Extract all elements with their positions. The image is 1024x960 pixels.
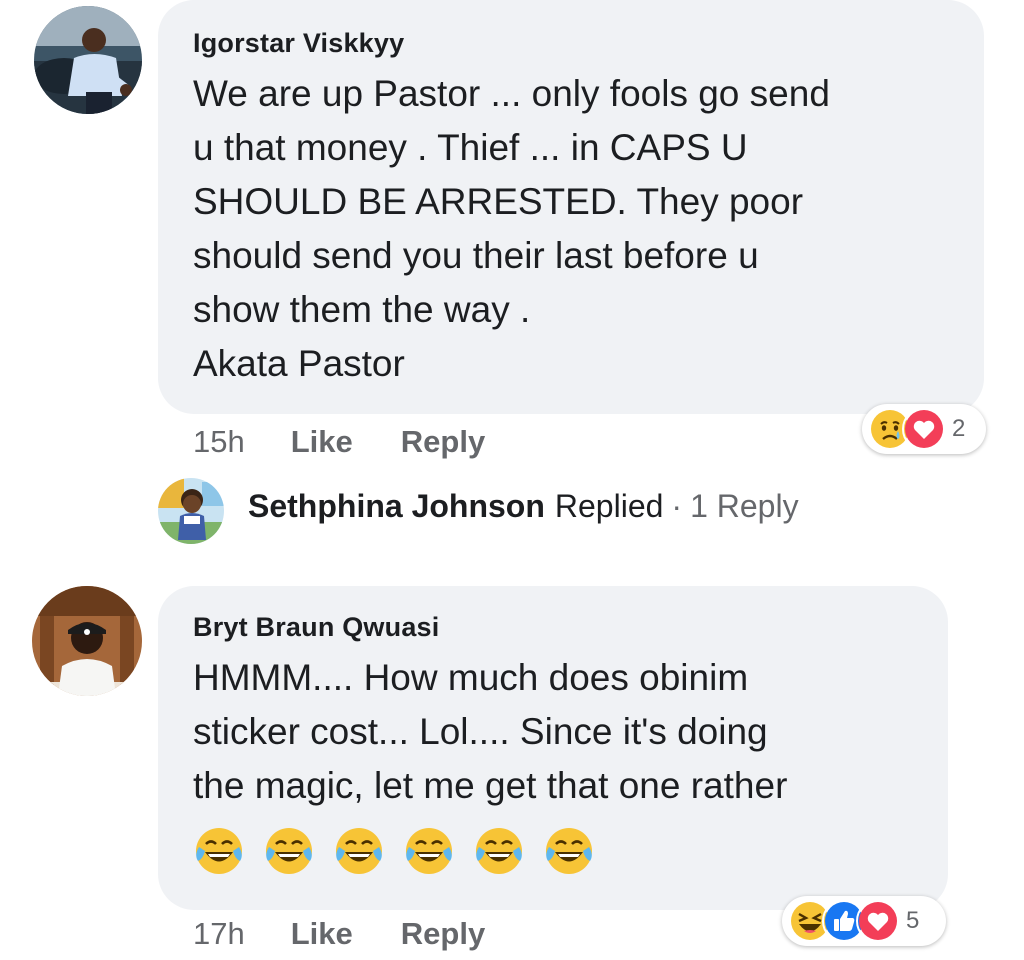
view-replies-link[interactable]: Sethphina Johnson Replied · 1 Reply [248,488,799,525]
comment-line: We are up Pastor ... only fools go send [193,73,830,114]
laughing-tears-emoji [473,825,525,877]
comment-thread: Igorstar Viskkyy We are up Pastor ... on… [0,0,1024,960]
comment-line: should send you their last before u [193,235,759,276]
comment-line: the magic, let me get that one rather [193,765,788,806]
reaction-count: 5 [906,907,920,934]
comment-text: We are up Pastor ... only fools go send … [193,67,954,391]
comment-actions: 17h Like Reply [193,916,485,952]
comment-author[interactable]: Bryt Braun Qwuasi [193,612,918,643]
reply-count[interactable]: 1 Reply [690,488,799,525]
reaction-summary[interactable]: 5 [782,896,946,946]
replied-label: Replied [554,488,664,524]
comment-bubble: Bryt Braun Qwuasi HMMM.... How much does… [158,586,948,910]
reply-button[interactable]: Reply [401,916,485,952]
love-reaction-icon [902,407,946,451]
avatar-bryt[interactable] [32,586,142,696]
avatar-sethphina[interactable] [158,478,224,544]
laughing-tears-emoji [333,825,385,877]
laughing-tears-emoji [263,825,315,877]
comment-line: show them the way . [193,289,531,330]
comment-bubble: Igorstar Viskkyy We are up Pastor ... on… [158,0,984,414]
comment-line: sticker cost... Lol.... Since it's doing [193,711,768,752]
replier-name[interactable]: Sethphina Johnson [248,488,545,525]
separator-dot: · [671,488,683,524]
reaction-count: 2 [952,415,966,442]
like-button[interactable]: Like [291,424,353,460]
love-reaction-icon [856,899,900,943]
emoji-row [193,825,918,877]
comment-actions: 15h Like Reply [193,424,485,460]
reaction-summary[interactable]: 2 [862,404,986,454]
comment-timestamp[interactable]: 17h [193,916,245,952]
laughing-tears-emoji [403,825,455,877]
comment-line: Akata Pastor [193,343,405,384]
avatar-igorstar[interactable] [34,6,142,114]
comment-line: HMMM.... How much does obinim [193,657,749,698]
laughing-tears-emoji [543,825,595,877]
comment-line: SHOULD BE ARRESTED. They poor [193,181,804,222]
comment-text: HMMM.... How much does obinim sticker co… [193,651,918,813]
like-button[interactable]: Like [291,916,353,952]
comment-author[interactable]: Igorstar Viskkyy [193,28,954,59]
laughing-tears-emoji [193,825,245,877]
comment-timestamp[interactable]: 15h [193,424,245,460]
comment-line: u that money . Thief ... in CAPS U [193,127,748,168]
reply-button[interactable]: Reply [401,424,485,460]
